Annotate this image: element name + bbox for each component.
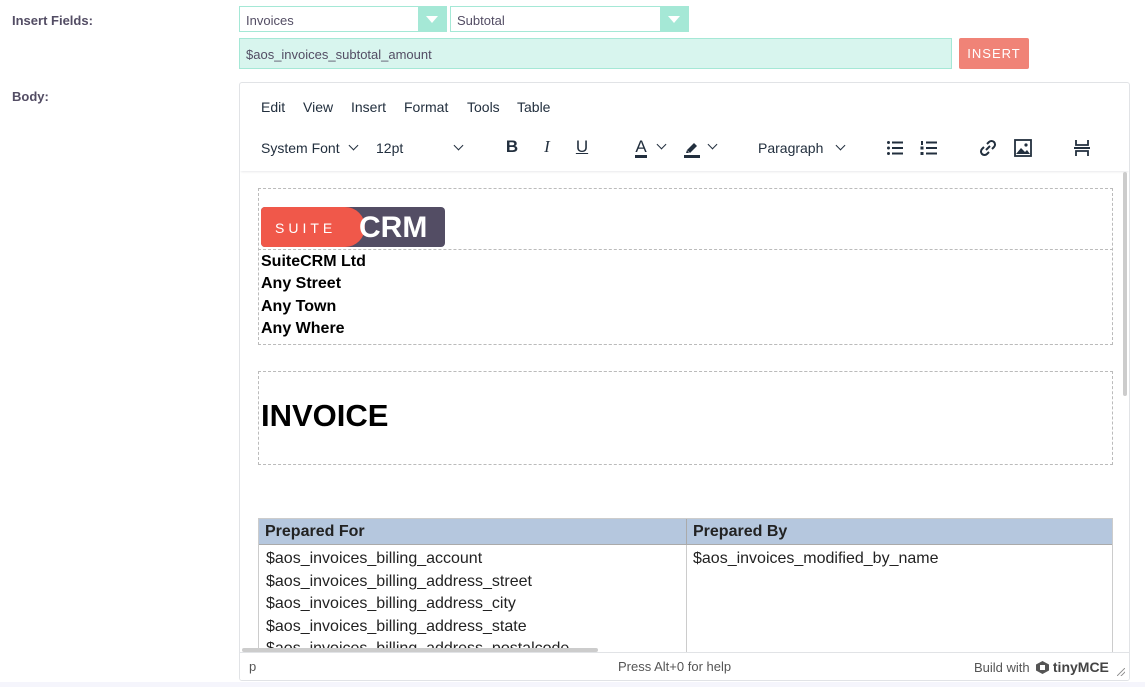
spacer-row [258, 344, 1113, 372]
text-color-dropdown[interactable] [653, 133, 669, 161]
insert-fields-label: Insert Fields: [12, 13, 93, 28]
table-divider [686, 545, 687, 656]
chevron-down-icon[interactable] [660, 7, 688, 31]
table-cell: $aos_invoices_billing_address_state [266, 618, 527, 635]
invoice-title: INVOICE [261, 398, 389, 433]
company-street: Any Street [261, 275, 342, 292]
bold-button[interactable]: B [498, 133, 526, 161]
body-label: Body: [12, 89, 49, 104]
chevron-down-icon [348, 140, 359, 151]
tinymce-logo-icon [1036, 661, 1050, 674]
bottom-page-edge [0, 682, 1145, 687]
menu-tools[interactable]: Tools [467, 99, 500, 115]
help-hint: Press Alt+0 for help [618, 659, 732, 674]
bullet-list-button[interactable] [881, 133, 909, 161]
chevron-down-icon[interactable] [418, 7, 446, 31]
font-family-select[interactable]: System Font [253, 133, 365, 161]
menu-table[interactable]: Table [517, 99, 550, 115]
variable-input[interactable]: $aos_invoices_subtotal_amount [239, 38, 952, 69]
numbered-list-button[interactable] [915, 133, 943, 161]
chevron-down-icon [835, 140, 846, 151]
logo-crm-text: CRM [359, 211, 428, 244]
numbered-list-icon [920, 140, 937, 155]
page-break-button[interactable] [1068, 133, 1096, 161]
chevron-down-icon [453, 140, 464, 151]
table-cell: $aos_invoices_billing_address_city [266, 595, 516, 612]
element-path[interactable]: p [249, 659, 256, 674]
editor-menubar: Edit View Insert Format Tools Table [240, 83, 1129, 127]
editor-toolbar: System Font 12pt B I U A Paragraph [240, 127, 1129, 171]
block-format-select[interactable]: Paragraph [750, 133, 852, 161]
highlight-color-button[interactable] [678, 133, 706, 161]
block-format-value: Paragraph [758, 140, 824, 156]
font-size-value: 12pt [376, 140, 404, 156]
suitecrm-logo: SUITE CRM [261, 207, 445, 247]
highlight-color-dropdown[interactable] [704, 133, 720, 161]
image-button[interactable] [1009, 133, 1037, 161]
resize-handle-icon[interactable] [1117, 668, 1125, 676]
link-icon [979, 139, 997, 156]
insert-button[interactable]: INSERT [959, 38, 1029, 69]
menu-view[interactable]: View [303, 99, 333, 115]
menu-edit[interactable]: Edit [261, 99, 285, 115]
chevron-down-icon [656, 139, 666, 150]
module-select[interactable]: Invoices [239, 6, 447, 32]
branding-label: Build with [974, 660, 1030, 675]
logo-suite-text: SUITE [275, 220, 337, 236]
table-header-prepared-for: Prepared For [259, 519, 687, 545]
underline-button[interactable]: U [568, 133, 596, 161]
editor-statusbar: p Press Alt+0 for help Build with tinyMC… [240, 652, 1129, 680]
table-cell: $aos_invoices_billing_account [266, 550, 483, 567]
field-select-value: Subtotal [457, 13, 505, 28]
link-button[interactable] [974, 133, 1002, 161]
company-town: Any Town [261, 298, 337, 315]
module-select-value: Invoices [246, 13, 294, 28]
italic-button[interactable]: I [533, 133, 561, 161]
branding-name: tinyMCE [1052, 659, 1109, 675]
bullet-list-icon [887, 140, 903, 155]
prepared-table: Prepared For Prepared By $aos_invoices_b… [258, 518, 1113, 656]
company-name: SuiteCRM Ltd [261, 253, 366, 270]
company-region: Any Where [261, 320, 345, 337]
vertical-scrollbar[interactable] [1123, 172, 1127, 396]
page-break-icon [1074, 139, 1090, 156]
tinymce-branding[interactable]: Build with tinyMCE [974, 659, 1109, 675]
table-cell: $aos_invoices_modified_by_name [693, 550, 939, 567]
menu-insert[interactable]: Insert [351, 99, 386, 115]
font-size-select[interactable]: 12pt [368, 133, 470, 161]
text-color-icon: A [635, 137, 647, 158]
table-cell: $aos_invoices_billing_address_street [266, 573, 532, 590]
rich-text-editor: Edit View Insert Format Tools Table Syst… [239, 82, 1130, 681]
table-header-prepared-by: Prepared By [687, 519, 1112, 545]
highlighter-icon [684, 142, 700, 158]
field-select[interactable]: Subtotal [450, 6, 689, 32]
menu-format[interactable]: Format [404, 99, 448, 115]
image-icon [1014, 138, 1032, 157]
chevron-down-icon [707, 139, 717, 150]
text-color-button[interactable]: A [627, 133, 655, 161]
editor-content[interactable]: SUITE CRM SuiteCRM Ltd Any Street Any To… [240, 172, 1128, 656]
font-family-value: System Font [261, 140, 340, 156]
